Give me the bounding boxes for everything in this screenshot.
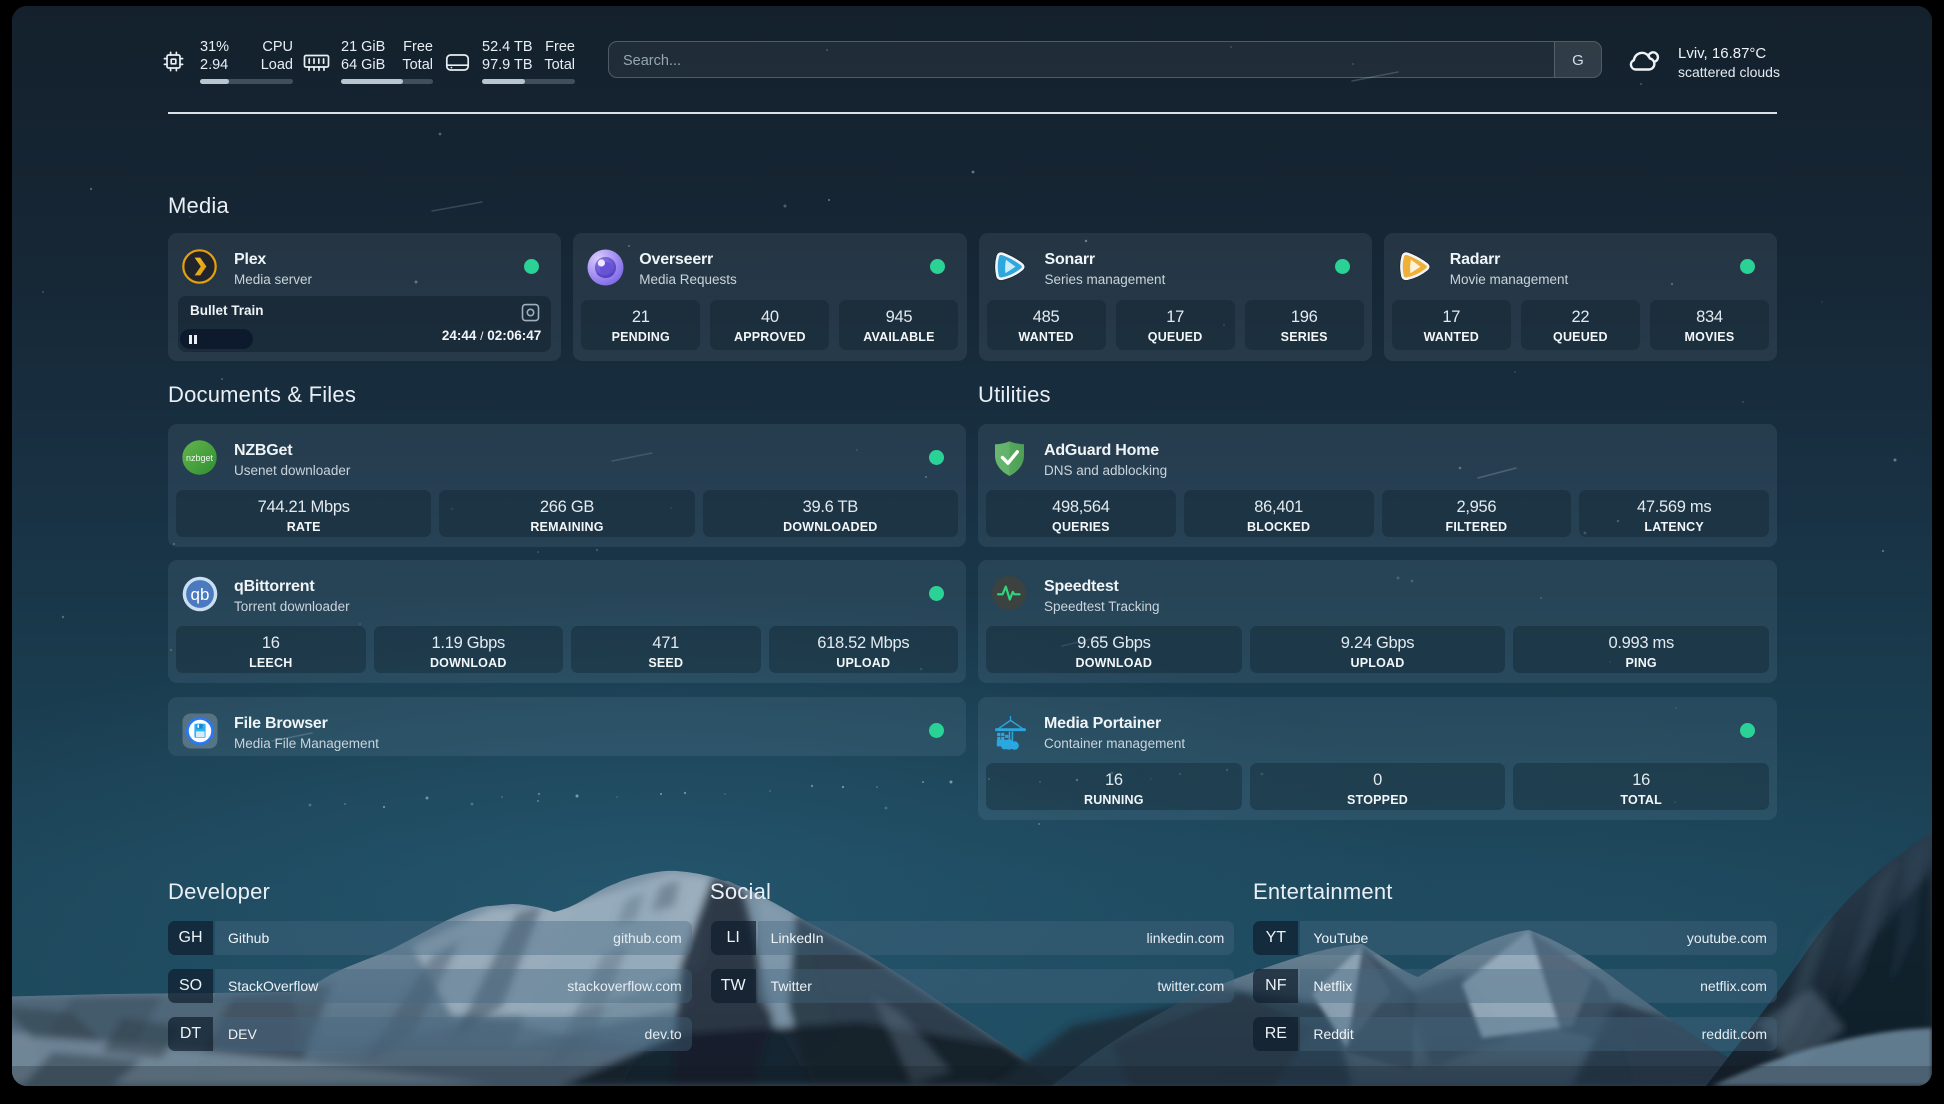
svg-text:qb: qb bbox=[191, 585, 210, 604]
svg-text:nzbget: nzbget bbox=[186, 453, 214, 463]
